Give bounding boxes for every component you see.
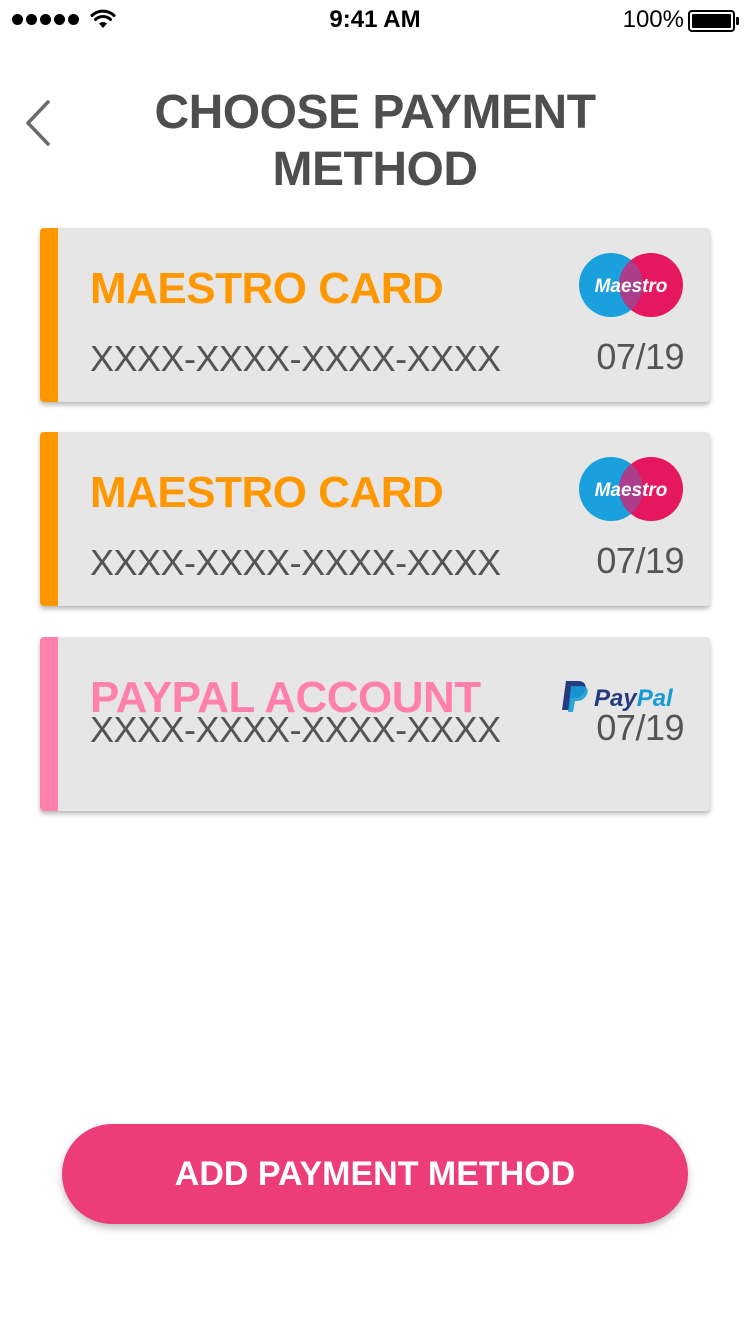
card-accent-stripe (40, 432, 58, 606)
payment-card-paypal[interactable]: PAYPAL ACCOUNT XXXX-XXXX-XXXX-XXXX 07/19… (40, 637, 710, 811)
card-title: MAESTRO CARD (90, 468, 444, 517)
maestro-logo-icon: Maestro (579, 457, 683, 521)
card-accent-stripe (40, 637, 58, 811)
payment-card-maestro-2[interactable]: MAESTRO CARD XXXX-XXXX-XXXX-XXXX 07/19 M… (40, 432, 710, 606)
card-expiry: 07/19 (596, 336, 684, 377)
chevron-left-icon (26, 100, 50, 146)
battery-percentage: 100% (622, 6, 684, 33)
back-button[interactable] (18, 96, 62, 156)
payment-card-maestro-1[interactable]: MAESTRO CARD XXXX-XXXX-XXXX-XXXX 07/19 M… (40, 228, 710, 402)
page-title: CHOOSE PAYMENT METHOD (154, 86, 596, 196)
card-number: XXXX-XXXX-XXXX-XXXX (90, 338, 501, 379)
card-accent-stripe (40, 228, 58, 402)
add-payment-method-button[interactable]: ADD PAYMENT METHOD (62, 1124, 688, 1224)
battery-icon (688, 10, 739, 32)
svg-text:PayPal: PayPal (594, 685, 674, 712)
card-expiry: 07/19 (596, 540, 684, 581)
card-title: MAESTRO CARD (90, 264, 444, 313)
card-expiry: 07/19 (596, 707, 684, 748)
paypal-logo-icon: PayPal (562, 681, 674, 712)
status-bar: 9:41 AM 100% (0, 0, 750, 40)
card-number: XXXX-XXXX-XXXX-XXXX (90, 542, 501, 583)
svg-text:Maestro: Maestro (595, 480, 668, 501)
card-number: XXXX-XXXX-XXXX-XXXX (90, 709, 501, 750)
svg-text:Maestro: Maestro (595, 276, 668, 297)
maestro-logo-icon: Maestro (579, 253, 683, 317)
